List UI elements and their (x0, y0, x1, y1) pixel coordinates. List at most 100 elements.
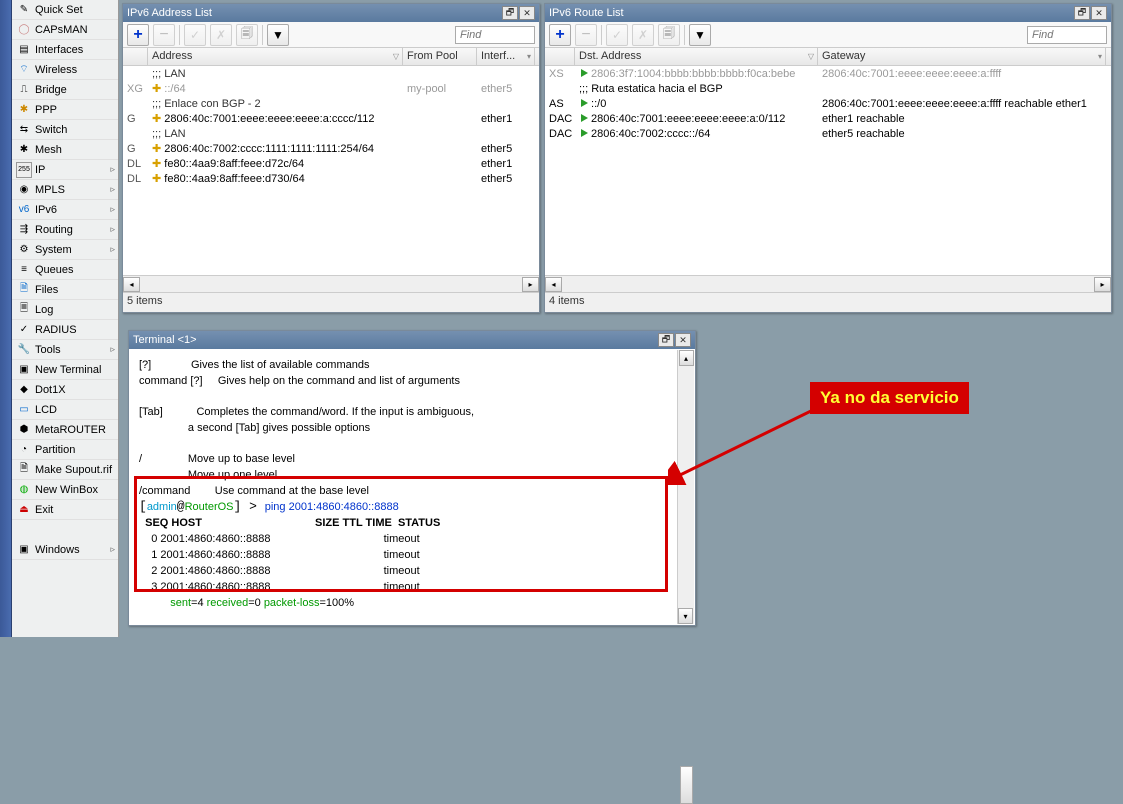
flags-cell: DL (123, 157, 148, 171)
menu-metarouter[interactable]: ⬢MetaROUTER (12, 420, 118, 440)
address-table: Address▽ From Pool Interf...▾ ;;; LANXG✚… (123, 48, 539, 275)
table-row[interactable]: G✚ 2806:40c:7002:cccc:1111:1111:1111:254… (123, 141, 539, 156)
hscrollbar[interactable]: ◂▸ (123, 275, 539, 292)
window-restore-button[interactable]: 🗗 (1074, 6, 1090, 20)
menu-queues[interactable]: ≡Queues (12, 260, 118, 280)
window-title: IPv6 Address List (127, 7, 212, 19)
remove-button[interactable]: − (575, 24, 597, 46)
table-row[interactable]: ;;; Enlace con BGP - 2 (123, 96, 539, 111)
menu-label: Bridge (35, 84, 67, 96)
col-interface[interactable]: Interf...▾ (477, 48, 535, 65)
window-titlebar[interactable]: IPv6 Address List 🗗 ✕ (123, 4, 539, 22)
window-restore-button[interactable]: 🗗 (658, 333, 674, 347)
table-row[interactable]: DL✚ fe80::4aa9:8aff:feee:d72c/64ether1 (123, 156, 539, 171)
menu-log[interactable]: 🗏Log (12, 300, 118, 320)
window-close-button[interactable]: ✕ (519, 6, 535, 20)
menu-ppp[interactable]: ✱PPP (12, 100, 118, 120)
comment-button[interactable]: 🗐 (236, 24, 258, 46)
menu-label: Wireless (35, 64, 77, 76)
route-icon (581, 114, 588, 122)
menu-exit[interactable]: ⏏Exit (12, 500, 118, 520)
col-gateway[interactable]: Gateway▾ (818, 48, 1106, 65)
help-line: a second [Tab] gives possible options (139, 422, 370, 434)
menu-system[interactable]: ⚙System▹ (12, 240, 118, 260)
table-row[interactable]: XS 2806:3f7:1004:bbbb:bbbb:bbbb:f0ca:beb… (545, 66, 1111, 81)
menu-lcd[interactable]: ▭LCD (12, 400, 118, 420)
table-row[interactable]: G✚ 2806:40c:7001:eeee:eeee:eeee:a:cccc/1… (123, 111, 539, 126)
menu-tools[interactable]: 🔧Tools▹ (12, 340, 118, 360)
col-frompool[interactable]: From Pool (403, 48, 477, 65)
table-row[interactable]: DAC 2806:40c:7002:cccc::/64ether5 reacha… (545, 126, 1111, 141)
menu-label: New WinBox (35, 484, 98, 496)
add-button[interactable]: + (549, 24, 571, 46)
table-row[interactable]: ;;; LAN (123, 66, 539, 81)
menu-new-winbox[interactable]: ◍New WinBox (12, 480, 118, 500)
menu-supout[interactable]: 🗎Make Supout.rif (12, 460, 118, 480)
table-row[interactable]: DL✚ fe80::4aa9:8aff:feee:d730/64ether5 (123, 171, 539, 186)
table-row[interactable]: XG✚ ::/64my-poolether5 (123, 81, 539, 96)
menu-windows[interactable]: ▣Windows▹ (12, 540, 118, 560)
menu-quickset[interactable]: ✎Quick Set (12, 0, 118, 20)
menu-mesh[interactable]: ✱Mesh (12, 140, 118, 160)
terminal-output[interactable]: [?] Gives the list of available commands… (129, 349, 695, 625)
scroll-right-button[interactable]: ▸ (522, 277, 539, 292)
enable-button[interactable]: ✓ (184, 24, 206, 46)
mesh-icon: ✱ (16, 142, 32, 158)
window-titlebar[interactable]: Terminal <1> 🗗 ✕ (129, 331, 695, 349)
find-input[interactable] (455, 26, 535, 44)
menu-ipv6[interactable]: v6IPv6▹ (12, 200, 118, 220)
menu-new-terminal[interactable]: ▣New Terminal (12, 360, 118, 380)
window-close-button[interactable]: ✕ (675, 333, 691, 347)
menu-capsman[interactable]: ◯CAPsMAN (12, 20, 118, 40)
scroll-thumb[interactable] (680, 766, 693, 804)
menu-mpls[interactable]: ◉MPLS▹ (12, 180, 118, 200)
route-table: Dst. Address▽ Gateway▾ XS 2806:3f7:1004:… (545, 48, 1111, 275)
scroll-left-button[interactable]: ◂ (123, 277, 140, 292)
menu-label: Exit (35, 504, 53, 516)
ip-icon: 255 (16, 162, 32, 178)
scroll-right-button[interactable]: ▸ (1094, 277, 1111, 292)
stat-label: packet-loss (264, 597, 320, 609)
menu-routing[interactable]: ⇶Routing▹ (12, 220, 118, 240)
hscrollbar[interactable]: ◂▸ (545, 275, 1111, 292)
scroll-left-button[interactable]: ◂ (545, 277, 562, 292)
comment-text: ;;; LAN (148, 127, 190, 141)
table-row[interactable]: DAC 2806:40c:7001:eeee:eeee:eeee:a:0/112… (545, 111, 1111, 126)
menu-partition[interactable]: ◔Partition (12, 440, 118, 460)
enable-button[interactable]: ✓ (606, 24, 628, 46)
remove-button[interactable]: − (153, 24, 175, 46)
scroll-down-button[interactable]: ▾ (678, 608, 693, 624)
window-restore-button[interactable]: 🗗 (502, 6, 518, 20)
window-close-button[interactable]: ✕ (1091, 6, 1107, 20)
disable-button[interactable]: ✗ (632, 24, 654, 46)
col-flags[interactable] (123, 48, 148, 65)
table-row[interactable]: AS ::/02806:40c:7001:eeee:eeee:eeee:a:ff… (545, 96, 1111, 111)
iface-cell: ether5 (477, 142, 535, 156)
menu-switch[interactable]: ⇆Switch (12, 120, 118, 140)
menu-dot1x[interactable]: ◆Dot1X (12, 380, 118, 400)
col-address[interactable]: Address▽ (148, 48, 403, 65)
col-dst[interactable]: Dst. Address▽ (575, 48, 818, 65)
menu-bridge[interactable]: ⎍Bridge (12, 80, 118, 100)
add-button[interactable]: + (127, 24, 149, 46)
menu-interfaces[interactable]: ▤Interfaces (12, 40, 118, 60)
ipv6-route-window: IPv6 Route List 🗗 ✕ + − ✓ ✗ 🗐 ▼ Dst. Add… (544, 3, 1112, 313)
filter-button[interactable]: ▼ (689, 24, 711, 46)
table-row[interactable]: ;;; LAN (123, 126, 539, 141)
disable-button[interactable]: ✗ (210, 24, 232, 46)
supout-icon: 🗎 (16, 462, 32, 478)
col-flags[interactable] (545, 48, 575, 65)
comment-button[interactable]: 🗐 (658, 24, 680, 46)
prompt-user: admin (147, 501, 177, 513)
menu-radius[interactable]: ✓RADIUS (12, 320, 118, 340)
find-input[interactable] (1027, 26, 1107, 44)
table-row[interactable]: ;;; Ruta estatica hacia el BGP (545, 81, 1111, 96)
scroll-up-button[interactable]: ▴ (679, 350, 694, 366)
menu-wireless[interactable]: ⌔Wireless (12, 60, 118, 80)
filter-button[interactable]: ▼ (267, 24, 289, 46)
comment-text: ;;; Ruta estatica hacia el BGP (575, 82, 727, 96)
vscrollbar[interactable]: ▴ ▾ (677, 350, 694, 624)
window-titlebar[interactable]: IPv6 Route List 🗗 ✕ (545, 4, 1111, 22)
menu-files[interactable]: 🗎Files (12, 280, 118, 300)
menu-ip[interactable]: 255IP▹ (12, 160, 118, 180)
